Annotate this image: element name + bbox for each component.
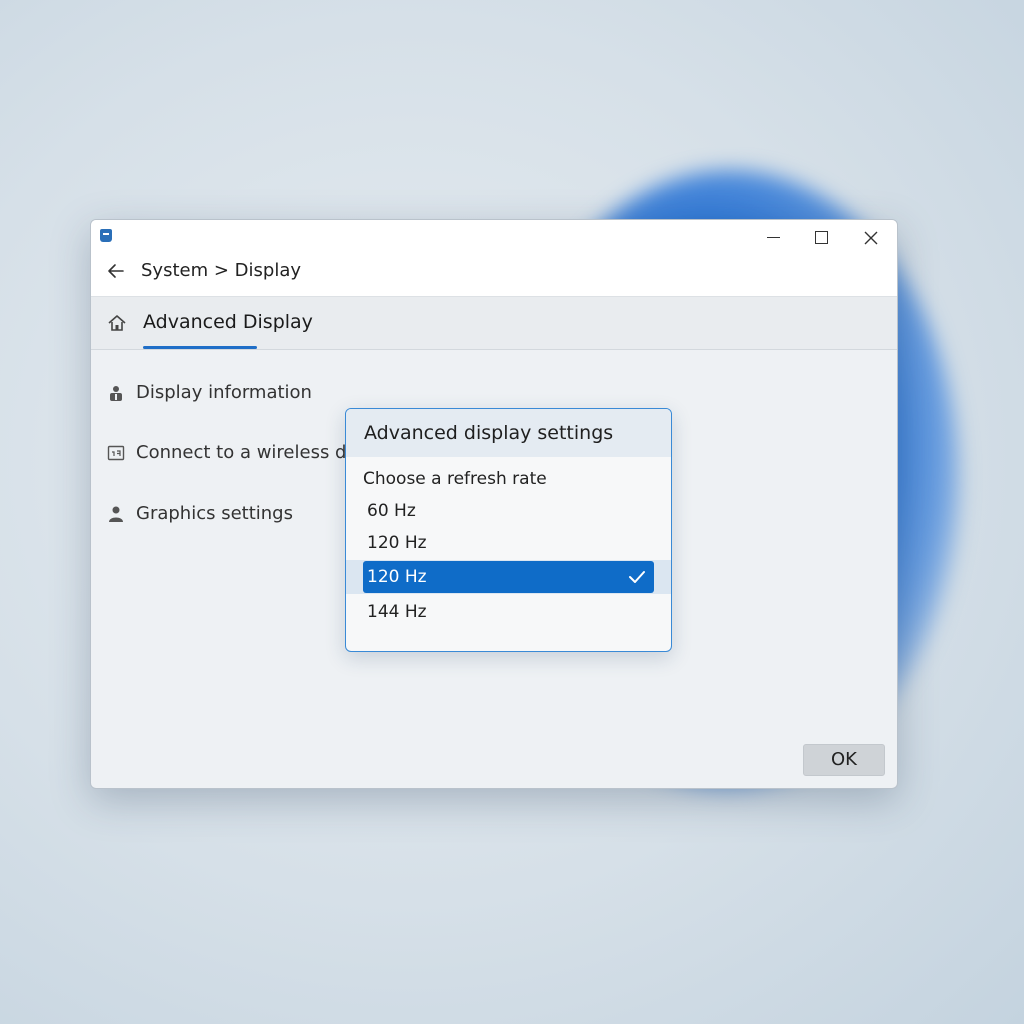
option-label: 120 Hz	[367, 567, 427, 587]
maximize-button[interactable]	[801, 224, 841, 250]
active-tab-indicator	[143, 346, 257, 349]
sidebar-item-label: Display information	[136, 382, 312, 403]
back-arrow-icon[interactable]	[105, 260, 127, 282]
page-title: Advanced Display	[143, 311, 313, 333]
dialog-subtitle: Choose a refresh rate	[363, 469, 547, 489]
sidebar-item-graphics-settings[interactable]: Graphics settings	[107, 503, 293, 524]
breadcrumb: System > Display	[141, 260, 301, 281]
ok-button[interactable]: OK	[803, 744, 885, 776]
refresh-option-144hz[interactable]: 144 Hz	[363, 596, 654, 628]
refresh-option-120hz-selected[interactable]: 120 Hz	[363, 561, 654, 593]
home-icon[interactable]	[107, 313, 127, 333]
checkmark-icon	[629, 571, 645, 583]
minimize-icon	[766, 237, 780, 238]
sidebar-item-connect-wireless[interactable]: Connect to a wireless dis	[107, 442, 361, 463]
person-icon	[110, 385, 122, 401]
dialog-title: Advanced display settings	[364, 422, 614, 444]
refresh-option-60hz[interactable]: 60 Hz	[363, 495, 654, 527]
close-icon	[864, 231, 878, 244]
title-bar: System > Display	[91, 220, 897, 296]
maximize-icon	[814, 231, 828, 244]
app-icon	[100, 229, 112, 242]
page-header: Advanced Display	[91, 296, 897, 350]
close-button[interactable]	[851, 224, 891, 250]
cast-icon	[107, 445, 125, 460]
sidebar-item-label: Graphics settings	[136, 503, 293, 524]
sidebar-item-label: Connect to a wireless dis	[136, 442, 361, 463]
dialog-header: Advanced display settings	[346, 409, 671, 457]
refresh-option-120hz[interactable]: 120 Hz	[363, 527, 654, 559]
sidebar-item-display-information[interactable]: Display information	[107, 382, 312, 403]
person-icon	[109, 506, 123, 522]
refresh-rate-dialog: Advanced display settings Choose a refre…	[345, 408, 672, 652]
minimize-button[interactable]	[753, 224, 793, 250]
